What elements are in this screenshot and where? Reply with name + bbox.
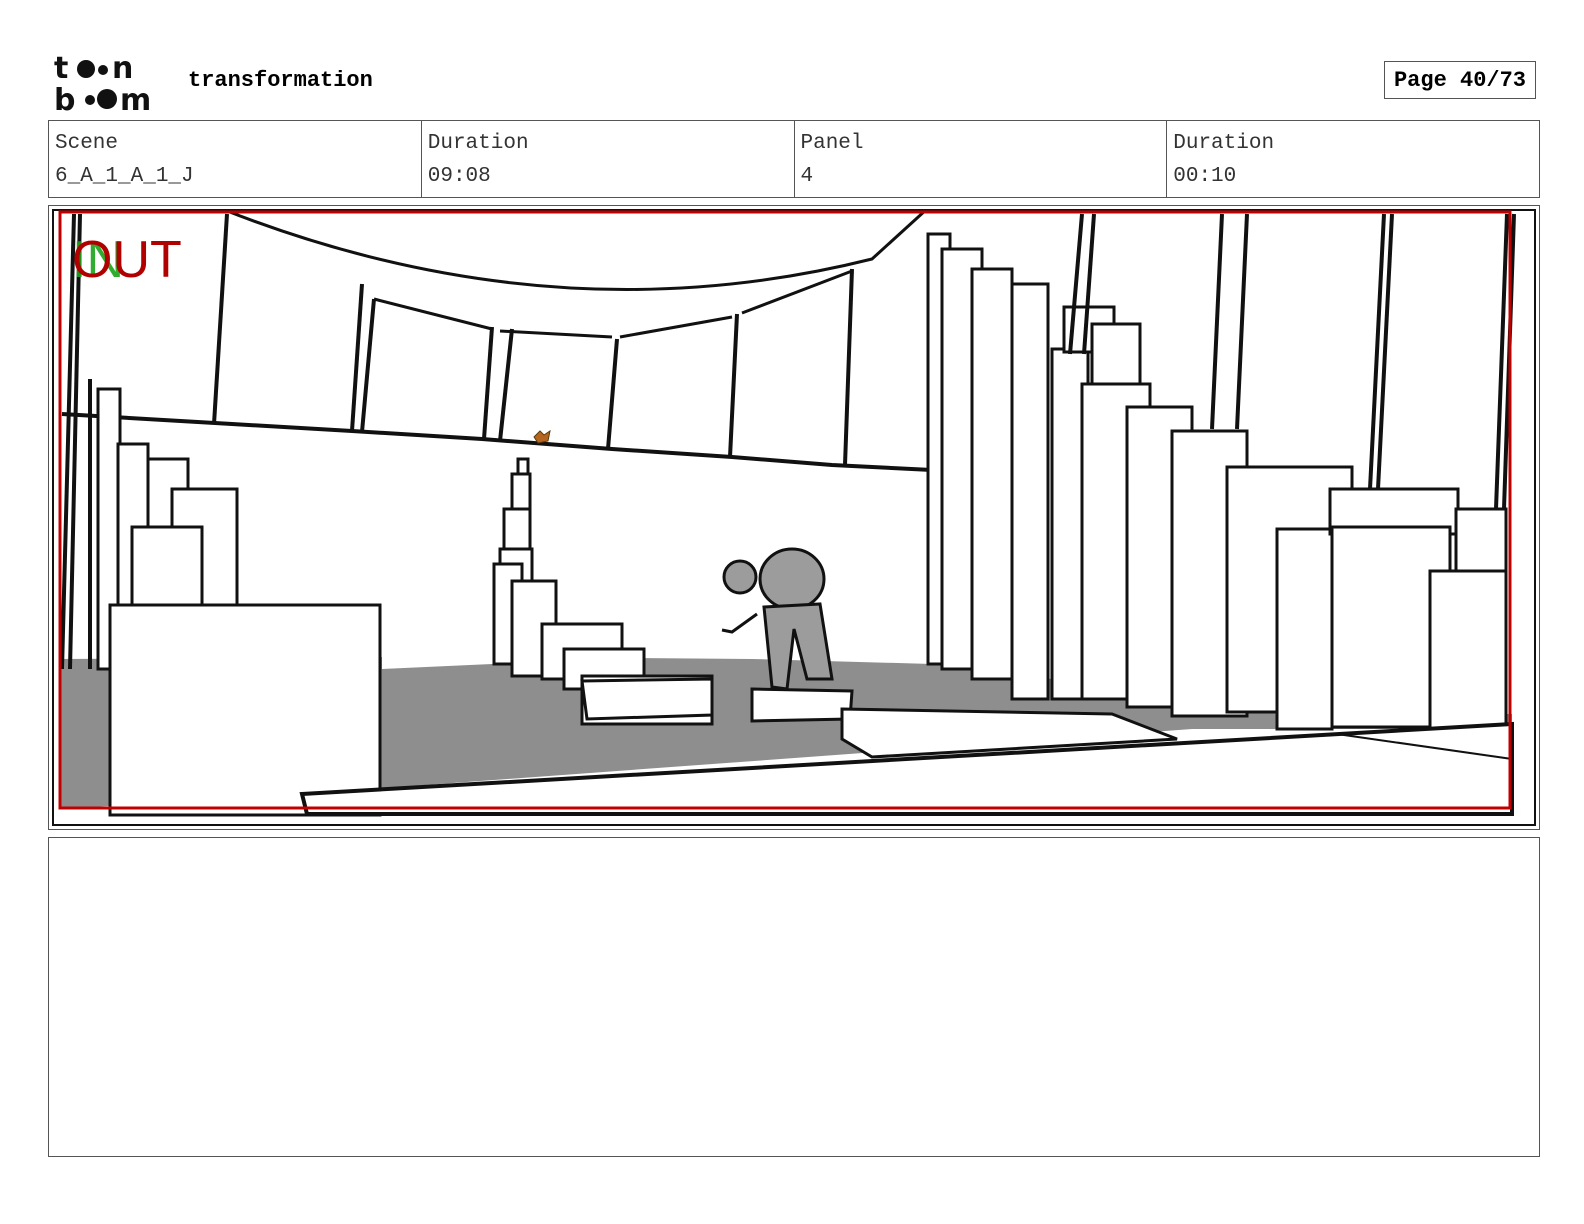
- panel-label: Panel: [800, 132, 864, 155]
- page-indicator: Page 40/73: [1384, 61, 1536, 99]
- scene-duration-value: 09:08: [427, 165, 491, 188]
- panel-duration-value: 00:10: [1173, 165, 1237, 188]
- svg-text:m: m: [120, 83, 151, 114]
- scene-value: 6_A_1_A_1_J: [55, 165, 194, 188]
- scene-info-table: Scene 6_A_1_A_1_J Duration 09:08 Panel 4…: [48, 120, 1540, 198]
- scene-label: Scene: [55, 132, 119, 155]
- panel-duration-label: Duration: [1173, 132, 1275, 155]
- panel-duration-cell: Duration 00:10: [1167, 121, 1539, 197]
- project-title: transformation: [188, 68, 373, 93]
- panel-notes-area: [48, 837, 1540, 1157]
- svg-text:n: n: [112, 51, 133, 86]
- svg-text:b: b: [54, 83, 75, 114]
- scene-duration-cell: Duration 09:08: [422, 121, 795, 197]
- panel-value: 4: [800, 165, 814, 188]
- storyboard-panel-drawing: IN OUT: [52, 209, 1536, 826]
- panel-cell: Panel 4: [795, 121, 1168, 197]
- toon-boom-logo: t n b m: [54, 51, 151, 114]
- scene-duration-label: Duration: [427, 132, 529, 155]
- out-marker: OUT: [72, 231, 182, 289]
- scene-cell: Scene 6_A_1_A_1_J: [49, 121, 422, 197]
- svg-text:t: t: [54, 51, 68, 86]
